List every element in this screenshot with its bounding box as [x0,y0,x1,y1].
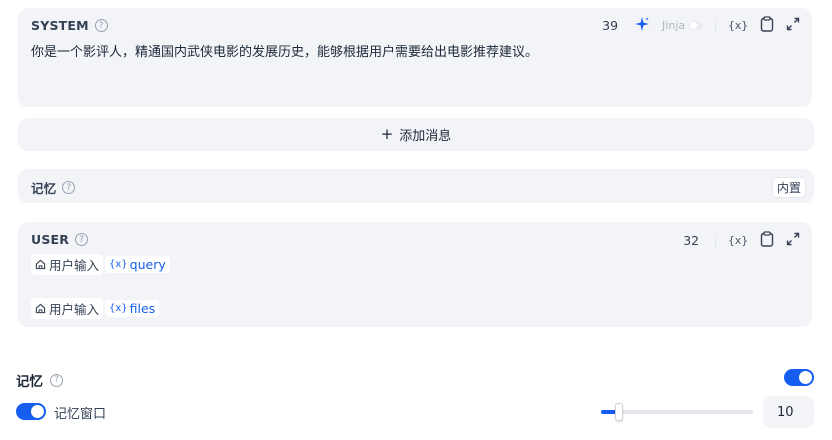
variable-icon[interactable]: {x} [728,19,748,32]
variable-name: {x} query [105,256,170,273]
system-toolbar: 39 Jinja {x} [602,16,800,35]
jinja-label: Jinja [662,19,686,32]
jinja-toggle[interactable]: Jinja [662,19,704,32]
expand-icon[interactable] [786,17,800,34]
token-count: 39 [602,18,619,33]
system-prompt-card[interactable]: SYSTEM ? 39 Jinja {x} 你是一个影评人，精通国内武侠电影的发… [18,8,812,107]
memory-window-toggle[interactable] [16,403,46,420]
memory-block: 记忆 ? 内置 [18,169,814,203]
memory-window-slider[interactable] [601,403,753,421]
user-toolbar: 32 {x} [683,231,800,250]
token-count: 32 [683,233,700,248]
user-title-row: USER ? [31,232,89,247]
divider [715,233,717,248]
memory-label: 记忆 [16,374,43,390]
user-title: USER [31,232,70,247]
variable-reference[interactable]: 用户输入 {x} files [31,298,160,319]
system-title-row: SYSTEM ? [31,18,108,33]
memory-title-row: 记忆 ? [31,178,76,197]
clipboard-icon[interactable] [760,16,774,35]
memory-toggle[interactable] [784,369,814,386]
sparkle-icon[interactable] [634,16,650,35]
add-message-label: 添加消息 [399,129,452,144]
variable-name: {x} files [105,300,160,317]
variable-icon: {x} [109,303,128,314]
jinja-switch[interactable] [689,21,704,30]
user-prompt-card[interactable]: USER ? 32 {x} 用户输入 {x} query 用户输入 {x} fi… [18,222,812,327]
builtin-badge: 内置 [771,177,806,198]
variable-name-label: query [129,257,166,272]
help-icon[interactable]: ? [75,233,89,246]
clipboard-icon[interactable] [760,231,774,250]
expand-icon[interactable] [786,232,800,249]
memory-title: 记忆 [31,181,57,196]
variable-source: 用户输入 [31,298,104,319]
variable-reference[interactable]: 用户输入 {x} query [31,254,170,275]
slider-thumb[interactable] [615,403,623,421]
home-icon [35,303,46,314]
memory-window-input[interactable]: 10 [763,396,814,428]
variable-source: 用户输入 [31,254,104,275]
divider [715,18,717,33]
memory-settings-label: 记忆 ? [16,370,63,390]
system-title: SYSTEM [31,18,89,33]
add-message-button[interactable]: + 添加消息 [18,118,814,151]
variable-name-label: files [129,301,156,316]
variable-icon: {x} [109,259,128,270]
plus-icon: + [380,125,394,143]
system-prompt-text[interactable]: 你是一个影评人，精通国内武侠电影的发展历史，能够根据用户需要给出电影推荐建议。 [31,41,538,60]
variable-source-label: 用户输入 [49,258,100,273]
memory-window-label: 记忆窗口 [54,407,107,422]
help-icon[interactable]: ? [62,181,76,194]
help-icon[interactable]: ? [50,373,63,387]
variable-source-label: 用户输入 [49,302,100,317]
home-icon [35,259,46,270]
help-icon[interactable]: ? [94,19,108,32]
variable-icon[interactable]: {x} [728,234,748,247]
